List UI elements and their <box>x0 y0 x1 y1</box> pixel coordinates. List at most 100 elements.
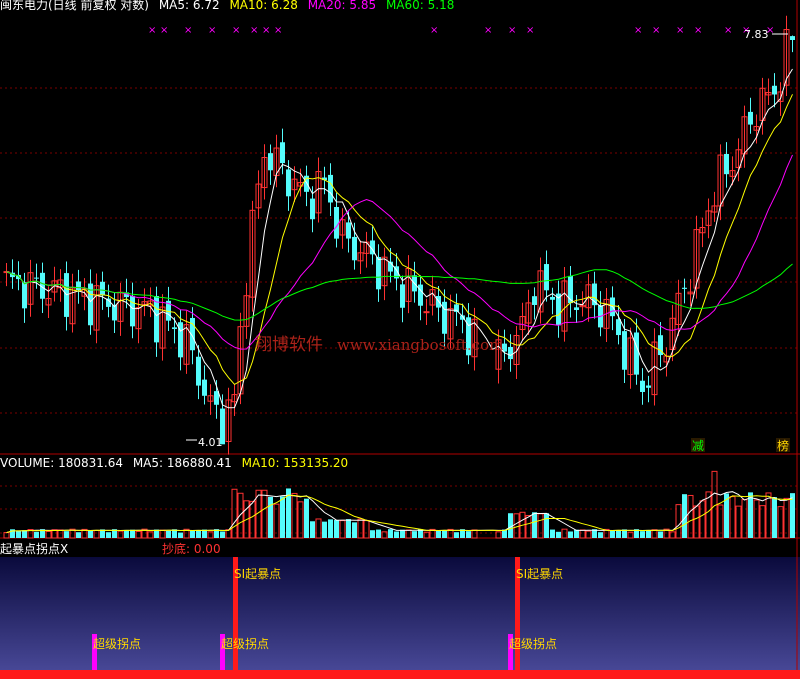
candle-body <box>748 111 753 125</box>
ma60-line <box>6 263 793 321</box>
chart-window: × × × × × × × × × × × × × × × × × × × 7.83 4.01 减榜 SI起暴点 SI起暴点超… <box>0 0 800 679</box>
ma10-readout: MA10: 6.28 <box>229 0 298 12</box>
volume-bar <box>537 513 544 539</box>
volume-bar <box>237 492 244 539</box>
volume-bar <box>322 521 327 538</box>
signal-marker: × <box>484 25 492 36</box>
volume-bar <box>268 496 273 538</box>
volume-bar <box>561 528 568 539</box>
candle-body <box>772 85 777 95</box>
candle-body <box>286 169 291 197</box>
signal-marker: × <box>724 25 732 36</box>
volume-bar <box>64 531 69 538</box>
volume-bar <box>466 531 471 538</box>
candle-body <box>268 153 273 171</box>
volume-bar <box>16 530 21 538</box>
volume-bar <box>772 497 777 538</box>
volume-bar <box>783 497 790 539</box>
volume-bar <box>598 532 603 538</box>
candle-body <box>508 346 513 360</box>
turning-point-label: 超级拐点 <box>509 636 557 651</box>
volume-bar <box>412 531 417 538</box>
volume-bar <box>699 500 706 539</box>
volume-bar <box>388 529 393 538</box>
volume-bar <box>454 532 459 538</box>
candle-body <box>352 236 357 261</box>
signal-marker: × <box>430 25 438 36</box>
signal-marker: × <box>184 25 192 36</box>
volume-bar <box>45 530 52 539</box>
candle-body <box>640 380 645 392</box>
volume-bar <box>574 529 579 538</box>
price-header: 闽东电力(日线 前复权 对数) MA5: 6.72 MA10: 6.28 MA2… <box>0 0 460 12</box>
volume-bar <box>790 493 795 538</box>
volume-bar <box>304 498 309 538</box>
volume-bar <box>57 529 64 539</box>
volume-bar <box>135 530 142 539</box>
volume-bar <box>34 531 39 538</box>
candle-body <box>616 319 621 336</box>
signal-marker: × <box>694 25 702 36</box>
breakout-signal-label: SI起暴点 <box>516 567 563 581</box>
volume-bar <box>22 530 27 538</box>
high-price-label: 7.83 <box>744 28 769 41</box>
volume-bar <box>93 530 100 539</box>
volume-bar <box>76 532 81 538</box>
volume-bar <box>640 531 645 538</box>
volume-bar <box>190 530 195 538</box>
volume-bar <box>261 489 268 539</box>
candle-body <box>724 153 729 175</box>
volume-bar <box>310 521 315 538</box>
volume-bar <box>748 492 753 538</box>
volume-bar <box>394 531 399 538</box>
volume-bar <box>196 530 201 538</box>
volume-bar <box>550 529 555 538</box>
volume-bar <box>753 499 760 539</box>
signal-tag-1: 榜 <box>777 438 789 453</box>
bottom-axis-bar <box>0 670 800 679</box>
volume-bar <box>291 492 298 539</box>
volume-bars <box>3 470 795 539</box>
volume-bar <box>88 530 93 538</box>
volume-bar <box>568 531 573 538</box>
volume-bar <box>532 512 537 538</box>
indicator-value: 抄底: 0.00 <box>162 542 221 556</box>
volume-bar <box>231 488 238 539</box>
stock-title: 闽东电力(日线 前复权 对数) <box>0 0 149 12</box>
volume-bar <box>130 529 135 538</box>
volume-bar <box>178 532 183 538</box>
signal-tag-0: 减 <box>692 439 704 453</box>
volume-bar <box>352 522 357 538</box>
signal-marker: × <box>508 25 516 36</box>
candle-body <box>172 327 177 330</box>
candle-body <box>334 207 339 239</box>
turning-point-label: 超级拐点 <box>93 636 141 651</box>
volume-bar <box>741 499 748 539</box>
low-price-label: 4.01 <box>198 436 223 449</box>
candle-body <box>100 281 105 296</box>
volume-readout: VOLUME: 180831.64 <box>0 456 123 470</box>
candle-body <box>280 142 285 164</box>
signal-marker: × <box>652 25 660 36</box>
signal-marker: × <box>232 25 240 36</box>
candle-body <box>634 332 639 375</box>
indicator-name: 起暴点拐点X <box>0 542 69 556</box>
volume-bar <box>436 530 441 538</box>
candle-body <box>310 198 315 220</box>
volume-bar <box>339 520 346 539</box>
candle-body <box>130 295 135 327</box>
signal-marker: × <box>250 25 258 36</box>
candle-body <box>544 264 549 291</box>
signal-marker: × <box>208 25 216 36</box>
volume-bar <box>585 530 592 539</box>
watermark-url: www.xiangbosoft.com <box>337 336 504 354</box>
breakout-signal-label: SI起暴点 <box>234 567 281 581</box>
volume-bar <box>525 515 532 539</box>
volume-bar <box>280 496 285 538</box>
candle-body <box>34 277 39 279</box>
signal-marker: × <box>526 25 534 36</box>
signal-marker: × <box>148 25 156 36</box>
candle-body <box>202 379 207 396</box>
volume-bar <box>471 529 478 539</box>
volume-bar <box>442 530 447 538</box>
